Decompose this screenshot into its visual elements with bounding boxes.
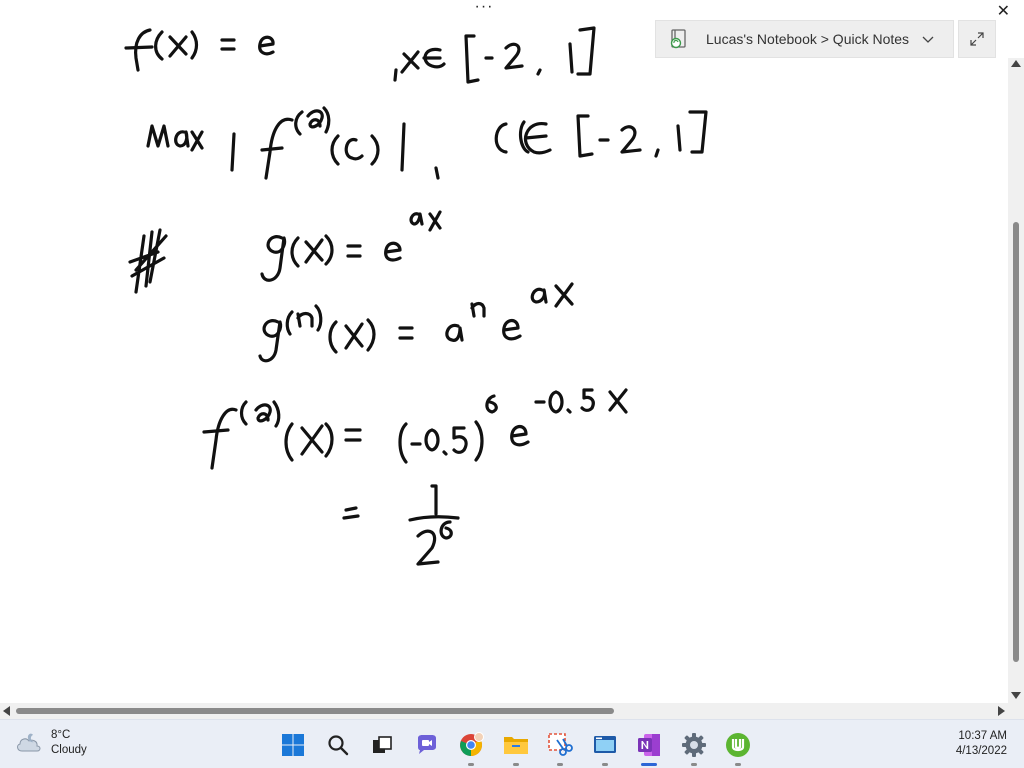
taskbar: 8°C Cloudy 10:37 AM 4/13/2022 <box>0 719 1024 768</box>
active-indicator <box>641 763 657 766</box>
handwritten-ink <box>124 26 708 566</box>
running-indicator <box>601 763 608 766</box>
notebook-sync-icon <box>670 29 686 49</box>
note-canvas[interactable] <box>0 20 1008 703</box>
folder-icon <box>503 737 528 754</box>
onenote-button[interactable] <box>634 730 664 766</box>
app-window-icon <box>593 736 616 753</box>
ink-line-2 <box>146 106 708 180</box>
system-clock[interactable]: 10:37 AM 4/13/2022 <box>956 729 1007 759</box>
running-indicator <box>557 763 563 766</box>
chat-button[interactable] <box>412 730 442 760</box>
scroll-up-icon[interactable] <box>1011 60 1021 67</box>
weather-condition: Cloudy <box>51 744 87 756</box>
horizontal-scrollbar[interactable] <box>0 703 1008 719</box>
horizontal-scroll-thumb[interactable] <box>16 708 614 714</box>
vertical-scroll-thumb[interactable] <box>1013 222 1019 662</box>
utorrent-button[interactable] <box>723 730 753 766</box>
snipping-tool-button[interactable] <box>545 730 575 766</box>
app-window-button[interactable] <box>590 730 620 766</box>
ink-line-1 <box>124 26 596 84</box>
chrome-icon <box>460 732 484 756</box>
file-explorer-button[interactable] <box>501 730 531 766</box>
onenote-icon <box>638 734 660 756</box>
clock-date: 4/13/2022 <box>955 745 1007 757</box>
chevron-down-icon[interactable] <box>921 32 935 46</box>
chrome-button[interactable] <box>456 730 486 766</box>
scroll-down-icon[interactable] <box>1011 692 1021 699</box>
expand-button[interactable] <box>958 20 996 58</box>
cloud-moon-icon <box>17 733 41 752</box>
more-options-icon[interactable]: ··· <box>474 0 494 20</box>
title-bar: ··· ✕ <box>0 0 1024 20</box>
task-view-button[interactable] <box>367 730 397 760</box>
start-button[interactable] <box>278 730 308 760</box>
task-view-icon <box>373 736 392 753</box>
scroll-left-icon[interactable] <box>3 706 10 716</box>
vertical-scrollbar[interactable] <box>1008 58 1024 703</box>
close-button[interactable]: ✕ <box>997 1 1010 21</box>
search-button[interactable] <box>323 730 353 760</box>
settings-button[interactable] <box>679 730 709 766</box>
ink-line-4 <box>258 282 574 363</box>
weather-temp: 8°C <box>51 729 71 741</box>
ink-line-3 <box>260 210 442 282</box>
expand-diagonal-icon <box>970 32 984 46</box>
utorrent-icon <box>726 733 750 757</box>
weather-widget[interactable]: 8°C Cloudy <box>14 728 87 758</box>
scroll-corner <box>1008 703 1024 719</box>
windows-start-icon <box>282 734 304 756</box>
notebook-breadcrumb[interactable]: Lucas's Notebook > Quick Notes <box>655 20 954 58</box>
gear-icon <box>681 733 706 757</box>
running-indicator <box>512 763 519 766</box>
ink-line-5 <box>202 388 628 470</box>
running-indicator <box>468 763 474 766</box>
search-icon <box>327 735 348 756</box>
ink-line-6 <box>342 484 460 566</box>
clock-time: 10:37 AM <box>958 730 1007 742</box>
running-indicator <box>735 763 741 766</box>
snipping-tool-icon <box>548 733 573 756</box>
scroll-right-icon[interactable] <box>998 706 1005 716</box>
running-indicator <box>690 763 697 766</box>
breadcrumb-text: Lucas's Notebook > Quick Notes <box>706 31 910 47</box>
chat-icon <box>417 735 436 754</box>
ink-scribble <box>128 228 168 294</box>
